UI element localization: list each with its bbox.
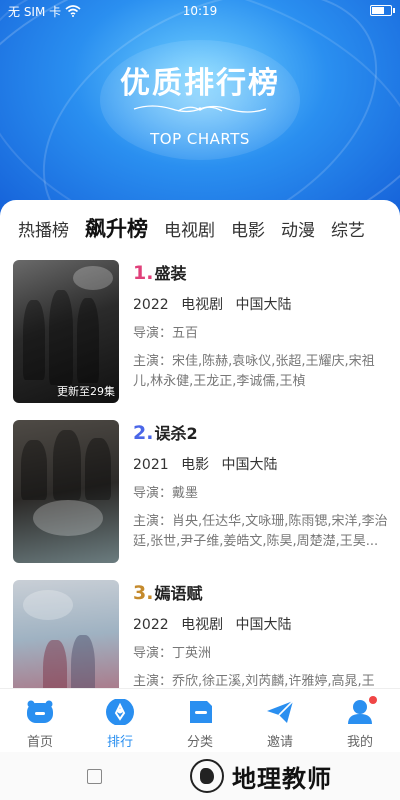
item-title: 误杀2 (154, 424, 198, 443)
tab-hot[interactable]: 热播榜 (18, 216, 69, 241)
page-subtitle: TOP CHARTS (150, 130, 250, 148)
nav-ranking-label: 排行 (106, 735, 133, 750)
nav-profile-label: 我的 (346, 735, 373, 750)
nav-invite-label: 邀请 (266, 735, 293, 750)
tab-anime[interactable]: 动漫 (281, 216, 315, 241)
item-title-row[interactable]: 3. 嫣语赋 (133, 580, 388, 606)
bottom-navigation: 首页 排行 分类 邀请 我的 (0, 688, 400, 752)
watermark-text: 地理教师 (232, 764, 332, 793)
nav-home[interactable]: 首页 (0, 689, 80, 752)
item-region: 中国大陆 (235, 297, 292, 313)
episode-badge: 更新至29集 (57, 385, 115, 398)
item-cast: 主演：肖央,任达华,文咏珊,陈雨锶,宋洋,李治廷,张世,尹子维,姜皓文,陈昊,周… (133, 514, 388, 549)
item-title: 嫣语赋 (154, 584, 203, 603)
rank-number: 2. (133, 422, 154, 444)
item-type: 电视剧 (181, 617, 224, 633)
category-tabs: 热播榜 飙升榜 电视剧 电影 动漫 综艺 (0, 212, 400, 244)
nav-category-label: 分类 (186, 735, 213, 750)
item-title: 盛装 (154, 264, 187, 283)
tab-tv-series[interactable]: 电视剧 (164, 216, 215, 241)
item-cast: 主演：宋佳,陈赫,袁咏仪,张超,王耀庆,宋祖儿,林永健,王龙正,李诚儒,王楨 (133, 354, 375, 389)
item-type: 电影 (181, 457, 210, 473)
rank-number: 1. (133, 262, 154, 284)
poster-image[interactable]: 更新至29集 (13, 260, 119, 403)
status-time: 10:19 (182, 4, 218, 18)
item-region: 中国大陆 (221, 457, 278, 473)
rank-number: 3. (133, 582, 154, 604)
tab-variety[interactable]: 综艺 (331, 216, 365, 241)
list-item[interactable]: 更新至29集 1. 盛装 2022 电视剧 中国大陆 导演：五百 主演：宋佳,陈… (0, 260, 400, 410)
ranking-icon (106, 699, 134, 725)
ornament-flourish-icon (133, 105, 267, 113)
item-year: 2021 (133, 457, 169, 473)
invite-icon (267, 700, 294, 723)
item-director: 导演：戴墨 (133, 486, 199, 501)
nav-invite[interactable]: 邀请 (240, 689, 320, 752)
item-director: 导演：丁英洲 (133, 646, 212, 661)
item-year: 2022 (133, 617, 169, 633)
tab-rising[interactable]: 飙升榜 (85, 213, 148, 243)
profile-icon (348, 696, 377, 724)
item-region: 中国大陆 (235, 617, 292, 633)
item-year: 2022 (133, 297, 169, 313)
page-title: 优质排行榜 (120, 66, 280, 101)
system-navigation-bar: 地理教师 (0, 752, 400, 800)
status-bar: 无 SIM 卡 10:19 (0, 0, 400, 22)
item-meta: 2022 电视剧 中国大陆 (133, 614, 388, 634)
nav-profile[interactable]: 我的 (320, 689, 400, 752)
tab-movies[interactable]: 电影 (231, 216, 265, 241)
home-icon (27, 700, 53, 723)
notification-dot (369, 696, 377, 704)
list-item[interactable]: 2. 误杀2 2021 电影 中国大陆 导演：戴墨 主演：肖央,任达华,文咏珊,… (0, 420, 400, 570)
item-title-row[interactable]: 2. 误杀2 (133, 420, 388, 446)
item-director: 导演：五百 (133, 326, 199, 341)
nav-home-label: 首页 (26, 735, 53, 750)
category-icon (190, 701, 212, 723)
item-type: 电视剧 (181, 297, 224, 313)
nav-category[interactable]: 分类 (160, 689, 240, 752)
recent-apps-button[interactable] (87, 769, 102, 784)
item-meta: 2021 电影 中国大陆 (133, 454, 388, 474)
item-title-row[interactable]: 1. 盛装 (133, 260, 388, 286)
battery-icon (370, 5, 395, 16)
nav-ranking[interactable]: 排行 (80, 689, 160, 752)
watermark-logo: 地理教师 (190, 758, 332, 794)
poster-image[interactable] (13, 420, 119, 563)
item-meta: 2022 电视剧 中国大陆 (133, 294, 388, 314)
globe-icon (190, 759, 224, 793)
header-banner: 无 SIM 卡 10:19 优质排行榜 TOP CHARTS (0, 0, 400, 220)
